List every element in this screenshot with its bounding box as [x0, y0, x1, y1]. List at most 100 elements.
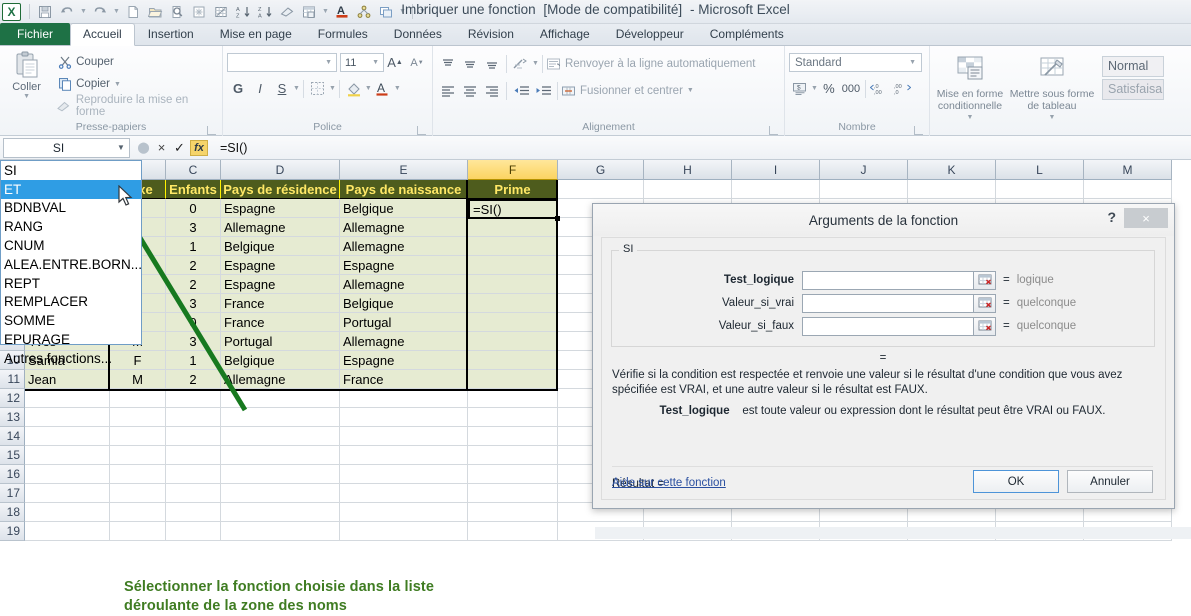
align-left-icon[interactable] — [437, 81, 459, 101]
increase-indent-icon[interactable] — [532, 81, 554, 101]
table-cell[interactable]: Jean — [25, 370, 110, 389]
empty-cell[interactable] — [166, 446, 221, 465]
empty-cell[interactable] — [110, 446, 166, 465]
empty-cell[interactable] — [468, 465, 558, 484]
tab-mise-en-page[interactable]: Mise en page — [207, 24, 305, 45]
table-cell[interactable]: France — [221, 313, 340, 332]
empty-cell[interactable] — [340, 408, 468, 427]
empty-cell[interactable] — [644, 180, 732, 199]
table-cell[interactable]: Allemagne — [340, 332, 468, 351]
tab-accueil[interactable]: Accueil — [70, 23, 135, 46]
name-box[interactable]: SI ▼ — [3, 137, 130, 158]
row-header-13[interactable]: 13 — [0, 408, 25, 427]
format-painter-icon[interactable] — [277, 2, 297, 22]
underline-button[interactable]: S — [271, 78, 293, 99]
empty-cell[interactable] — [25, 446, 110, 465]
table-cell[interactable]: Espagne — [221, 256, 340, 275]
table-cell[interactable]: M — [110, 370, 166, 389]
shapes-icon[interactable] — [354, 2, 374, 22]
align-middle-icon[interactable] — [459, 54, 481, 74]
table-cell[interactable] — [468, 370, 558, 389]
excel-logo-icon[interactable]: X — [2, 2, 21, 21]
empty-cell[interactable] — [166, 465, 221, 484]
table-cell[interactable] — [468, 256, 558, 275]
orientation-icon[interactable] — [510, 54, 532, 74]
dialog-close-button[interactable]: × — [1124, 208, 1168, 228]
dropdown-item-autres[interactable]: Autres fonctions... — [1, 349, 141, 368]
empty-cell[interactable] — [340, 465, 468, 484]
table-cell[interactable]: France — [221, 294, 340, 313]
dialog-help-link[interactable]: Aide sur cette fonction — [612, 477, 726, 489]
window-dropdown-icon[interactable]: ▼ — [398, 8, 407, 15]
empty-cell[interactable] — [340, 503, 468, 522]
dropdown-item-remplacer[interactable]: REMPLACER — [1, 293, 141, 312]
table-cell[interactable]: Espagne — [221, 275, 340, 294]
table-cell[interactable]: 1 — [166, 351, 221, 370]
row-header-12[interactable]: 12 — [0, 389, 25, 408]
table-cell[interactable]: 2 — [166, 256, 221, 275]
copy-button[interactable]: Copier ▼ — [53, 73, 218, 95]
dialog-ok-button[interactable]: OK — [973, 470, 1059, 493]
font-color-icon[interactable]: A — [332, 2, 352, 22]
thousands-button[interactable]: 000 — [840, 78, 862, 99]
borders-icon[interactable] — [307, 78, 329, 99]
table-cell[interactable]: Espagne — [340, 256, 468, 275]
empty-cell[interactable] — [468, 389, 558, 408]
tab-developpeur[interactable]: Développeur — [603, 24, 697, 45]
empty-cell[interactable] — [166, 503, 221, 522]
table-cell[interactable]: 2 — [166, 370, 221, 389]
empty-cell[interactable] — [221, 503, 340, 522]
table-cell[interactable]: 3 — [166, 294, 221, 313]
empty-cell[interactable] — [110, 408, 166, 427]
increase-font-size-icon[interactable]: A ▲ — [384, 52, 406, 73]
cell-D1[interactable]: Pays de résidence — [221, 180, 340, 199]
empty-cell[interactable] — [221, 408, 340, 427]
sort-desc-icon[interactable]: ZA — [255, 2, 275, 22]
dialog-launcher-clipboard-icon[interactable] — [207, 126, 216, 135]
dropdown-item-si[interactable]: SI — [1, 161, 141, 180]
redo-icon[interactable] — [90, 2, 110, 22]
table-cell[interactable] — [468, 351, 558, 370]
insert-function-button[interactable]: fx — [190, 139, 208, 156]
table-cell[interactable] — [468, 294, 558, 313]
orientation-dropdown-icon[interactable]: ▼ — [532, 60, 539, 67]
empty-cell[interactable] — [25, 522, 110, 541]
col-header-C[interactable]: C — [166, 160, 221, 180]
col-header-I[interactable]: I — [732, 160, 820, 180]
dialog-launcher-alignment-icon[interactable] — [769, 126, 778, 135]
col-header-M[interactable]: M — [1084, 160, 1172, 180]
conditional-formatting-dropdown-icon[interactable]: ▼ — [967, 112, 974, 124]
empty-cell[interactable] — [340, 484, 468, 503]
empty-cell[interactable] — [468, 446, 558, 465]
font-name-input[interactable]: ▼ — [227, 53, 337, 72]
paste-button[interactable]: Coller ▼ — [4, 49, 49, 100]
col-header-G[interactable]: G — [558, 160, 644, 180]
style-normal[interactable]: Normal — [1102, 56, 1164, 77]
formula-buttons[interactable]: ⬤ × ✓ fx — [136, 139, 208, 156]
function-arguments-dialog[interactable]: Arguments de la fonction ? × SI Test_log… — [592, 203, 1175, 509]
row-header-18[interactable]: 18 — [0, 503, 25, 522]
empty-cell[interactable] — [221, 446, 340, 465]
dropdown-item-cnum[interactable]: CNUM — [1, 236, 141, 255]
col-header-J[interactable]: J — [820, 160, 908, 180]
table-cell[interactable]: Espagne — [221, 199, 340, 218]
empty-cell[interactable] — [820, 180, 908, 199]
number-format-select[interactable]: Standard ▼ — [789, 53, 922, 72]
new-icon[interactable] — [123, 2, 143, 22]
bold-button[interactable]: G — [227, 78, 249, 99]
table-cell[interactable]: 0 — [166, 313, 221, 332]
active-cell-F2[interactable]: =SI() — [468, 199, 558, 219]
cell-F1[interactable]: Prime — [468, 180, 558, 199]
table-cell[interactable] — [468, 313, 558, 332]
col-header-E[interactable]: E — [340, 160, 468, 180]
format-as-table-dropdown-icon[interactable]: ▼ — [1049, 112, 1056, 124]
fill-handle[interactable] — [555, 216, 560, 221]
cell-styles-gallery[interactable]: Normal Satisfaisa — [1098, 53, 1164, 102]
pivot-dropdown-icon[interactable]: ▼ — [321, 8, 330, 15]
empty-cell[interactable] — [732, 180, 820, 199]
dialog-cancel-button[interactable]: Annuler — [1067, 470, 1153, 493]
empty-cell[interactable] — [340, 522, 468, 541]
table-cell[interactable]: 2 — [166, 275, 221, 294]
empty-cell[interactable] — [166, 427, 221, 446]
dialog-launcher-font-icon[interactable] — [417, 126, 426, 135]
